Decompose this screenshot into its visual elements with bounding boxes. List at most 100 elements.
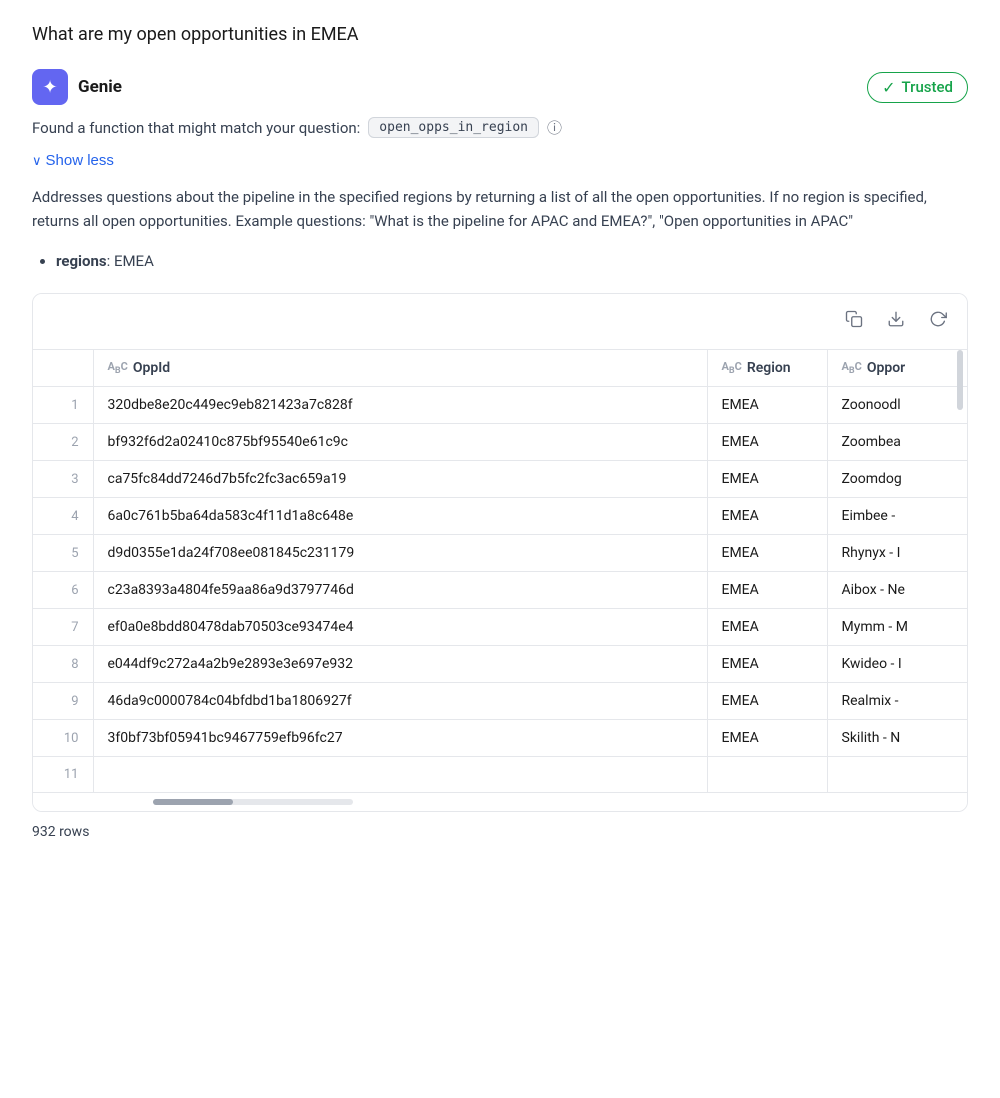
param-value: EMEA (114, 252, 154, 270)
param-item: regions: EMEA (56, 249, 968, 273)
table-row: 8 e044df9c272a4a2b9e2893e3e697e932 EMEA … (33, 646, 967, 683)
checkmark-icon: ✓ (882, 78, 895, 97)
rows-count: 932 rows (32, 824, 968, 840)
function-prefix: Found a function that might match your q… (32, 119, 360, 137)
cell-rownum-11: 11 (33, 757, 93, 793)
cell-region: EMEA (707, 683, 827, 720)
cell-rownum: 6 (33, 572, 93, 609)
show-less-button[interactable]: ∨ Show less (32, 148, 114, 173)
cell-oppid: 3f0bf73bf05941bc9467759efb96fc27 (93, 720, 707, 757)
table-header-row: ABC OppId ABC Region ABC (33, 350, 967, 387)
table-row: 1 320dbe8e20c449ec9eb821423a7c828f EMEA … (33, 387, 967, 424)
cell-region: EMEA (707, 461, 827, 498)
cell-region: EMEA (707, 498, 827, 535)
cell-opport: Kwideo - I (827, 646, 967, 683)
cell-rownum: 5 (33, 535, 93, 572)
table-toolbar (33, 294, 967, 350)
show-less-label: Show less (46, 152, 114, 169)
table-row-partial: 11 (33, 757, 967, 793)
cell-opport: Zoomdog (827, 461, 967, 498)
cell-opport: Realmix - (827, 683, 967, 720)
cell-rownum: 7 (33, 609, 93, 646)
table-row: 10 3f0bf73bf05941bc9467759efb96fc27 EMEA… (33, 720, 967, 757)
trusted-label: Trusted (902, 78, 953, 96)
cell-rownum: 9 (33, 683, 93, 720)
cell-oppid: e044df9c272a4a2b9e2893e3e697e932 (93, 646, 707, 683)
table-row: 9 46da9c0000784c04bfdbd1ba1806927f EMEA … (33, 683, 967, 720)
col-label-oppid: OppId (133, 360, 170, 376)
cell-opport: Zoombea (827, 424, 967, 461)
function-pill: open_opps_in_region (368, 117, 539, 138)
cell-region: EMEA (707, 646, 827, 683)
table-row: 7 ef0a0e8bdd80478dab70503ce93474e4 EMEA … (33, 609, 967, 646)
col-label-opport: Oppor (867, 360, 905, 376)
table-row: 2 bf932f6d2a02410c875bf95540e61c9c EMEA … (33, 424, 967, 461)
col-label-region: Region (747, 360, 791, 376)
cell-rownum: 2 (33, 424, 93, 461)
cell-oppid: bf932f6d2a02410c875bf95540e61c9c (93, 424, 707, 461)
copy-button[interactable] (841, 306, 867, 337)
genie-card: ✦ Genie ✓ Trusted Found a function that … (32, 69, 968, 840)
download-button[interactable] (883, 306, 909, 337)
param-name: regions (56, 252, 107, 270)
cell-opport: Eimbee - (827, 498, 967, 535)
cell-oppid: 46da9c0000784c04bfdbd1ba1806927f (93, 683, 707, 720)
table-scroll-area[interactable]: ABC OppId ABC Region ABC (33, 350, 967, 811)
col-header-region[interactable]: ABC Region (707, 350, 827, 387)
genie-icon: ✦ (32, 69, 68, 105)
cell-rownum: 1 (33, 387, 93, 424)
cell-opport: Mymm - M (827, 609, 967, 646)
cell-opport: Aibox - Ne (827, 572, 967, 609)
cell-rownum: 8 (33, 646, 93, 683)
col-type-icon-opport: ABC (842, 360, 862, 376)
chevron-down-icon: ∨ (32, 153, 42, 169)
cell-region-11 (707, 757, 827, 793)
genie-header: ✦ Genie ✓ Trusted (32, 69, 968, 105)
trusted-badge: ✓ Trusted (867, 72, 968, 103)
cell-region: EMEA (707, 572, 827, 609)
col-header-rownum (33, 350, 93, 387)
table-row: 3 ca75fc84dd7246d7b5fc2fc3ac659a19 EMEA … (33, 461, 967, 498)
genie-title-row: ✦ Genie (32, 69, 122, 105)
scrollbar-track (153, 799, 353, 805)
function-line: Found a function that might match your q… (32, 117, 968, 138)
vertical-scroll-indicator (957, 350, 963, 410)
cell-region: EMEA (707, 387, 827, 424)
table-row: 4 6a0c761b5ba64da583c4f11d1a8c648e EMEA … (33, 498, 967, 535)
data-table: ABC OppId ABC Region ABC (33, 350, 967, 792)
data-table-container: ABC OppId ABC Region ABC (32, 293, 968, 812)
cell-oppid: ef0a0e8bdd80478dab70503ce93474e4 (93, 609, 707, 646)
cell-rownum: 3 (33, 461, 93, 498)
cell-rownum: 10 (33, 720, 93, 757)
col-type-icon-region: ABC (722, 360, 742, 376)
cell-rownum: 4 (33, 498, 93, 535)
scrollbar-thumb (153, 799, 233, 805)
cell-opport: Rhynyx - I (827, 535, 967, 572)
table-row: 6 c23a8393a4804fe59aa86a9d3797746d EMEA … (33, 572, 967, 609)
table-row: 5 d9d0355e1da24f708ee081845c231179 EMEA … (33, 535, 967, 572)
cell-oppid: 6a0c761b5ba64da583c4f11d1a8c648e (93, 498, 707, 535)
genie-name: Genie (78, 77, 122, 97)
cell-opport-11 (827, 757, 967, 793)
cell-opport: Skilith - N (827, 720, 967, 757)
cell-oppid: 320dbe8e20c449ec9eb821423a7c828f (93, 387, 707, 424)
cell-region: EMEA (707, 720, 827, 757)
refresh-button[interactable] (925, 306, 951, 337)
cell-oppid: ca75fc84dd7246d7b5fc2fc3ac659a19 (93, 461, 707, 498)
col-header-oppid[interactable]: ABC OppId (93, 350, 707, 387)
page-question: What are my open opportunities in EMEA (32, 24, 968, 45)
horizontal-scrollbar[interactable] (33, 792, 967, 811)
cell-oppid: c23a8393a4804fe59aa86a9d3797746d (93, 572, 707, 609)
cell-region: EMEA (707, 424, 827, 461)
cell-region: EMEA (707, 609, 827, 646)
cell-opport: Zoonoodl (827, 387, 967, 424)
cell-oppid-11 (93, 757, 707, 793)
col-type-icon-oppid: ABC (108, 360, 128, 376)
sparkle-icon: ✦ (42, 77, 57, 98)
cell-oppid: d9d0355e1da24f708ee081845c231179 (93, 535, 707, 572)
description-text: Addresses questions about the pipeline i… (32, 185, 968, 233)
cell-region: EMEA (707, 535, 827, 572)
col-header-opport[interactable]: ABC Oppor (827, 350, 967, 387)
info-icon[interactable]: ⓘ (547, 117, 562, 138)
params-list: regions: EMEA (56, 249, 968, 273)
